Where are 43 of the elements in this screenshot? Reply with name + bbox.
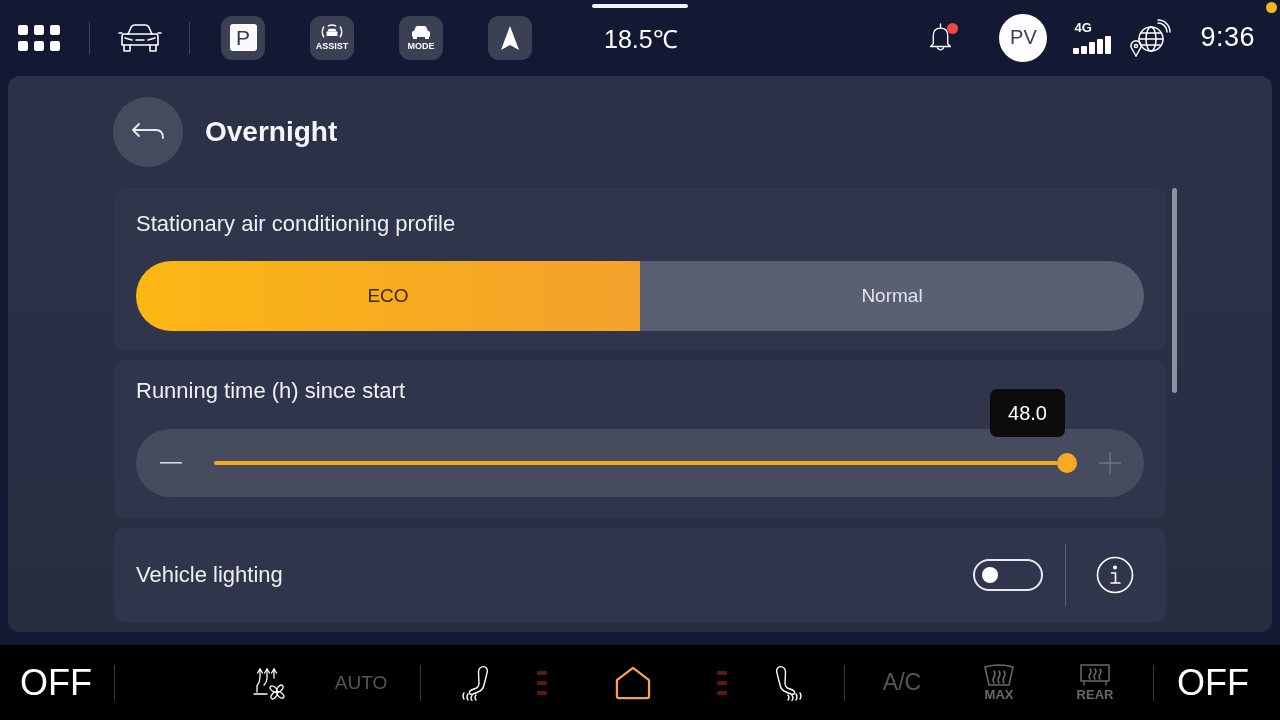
segment-option[interactable]: Normal	[640, 261, 1144, 331]
status-dot-icon	[1266, 2, 1277, 13]
drag-handle[interactable]	[592, 4, 688, 8]
home-icon	[614, 665, 652, 700]
windshield-defrost-icon	[984, 663, 1014, 686]
apps-grid-icon	[18, 24, 60, 51]
rear-window-defrost-icon	[1080, 663, 1110, 686]
back-arrow-icon	[131, 123, 165, 141]
minus-icon	[160, 462, 182, 464]
heated-seat-icon	[774, 664, 804, 701]
slider-track[interactable]	[214, 453, 1077, 473]
clock-time: 9:36	[1200, 22, 1255, 53]
assist-button[interactable]: ASSIST	[310, 15, 354, 60]
apps-button[interactable]	[18, 24, 60, 51]
segment-option[interactable]: ECO	[136, 261, 640, 331]
globe-location-icon	[1129, 18, 1172, 57]
rear-defrost-button[interactable]: REAR	[1071, 663, 1119, 702]
setting-title: Stationary air conditioning profile	[136, 210, 456, 238]
vehicle-button[interactable]	[118, 22, 162, 53]
navigation-arrow-icon	[500, 24, 520, 51]
heated-seat-icon	[460, 664, 490, 701]
signal-bars-icon	[1073, 36, 1112, 54]
setting-title: Running time (h) since start	[136, 377, 405, 405]
profile-avatar[interactable]: PV	[999, 13, 1048, 62]
setting-title: Vehicle lighting	[136, 561, 284, 589]
car-front-icon	[118, 22, 162, 53]
info-button[interactable]	[1096, 556, 1134, 594]
outside-temperature: 18.5℃	[604, 23, 678, 55]
off-button[interactable]: OFF	[16, 661, 96, 704]
toggle-switch[interactable]	[973, 559, 1043, 591]
parking-button[interactable]: P	[221, 15, 265, 60]
navigation-button[interactable]	[488, 15, 532, 60]
max-defrost-button[interactable]: MAX	[975, 663, 1023, 702]
value-tooltip: 48.0	[990, 389, 1065, 437]
info-icon	[1096, 556, 1134, 594]
car-waves-icon	[320, 24, 344, 39]
car-front-icon	[410, 24, 432, 39]
off-button[interactable]: OFF	[1173, 661, 1253, 704]
slider-thumb[interactable]	[1057, 453, 1077, 473]
page-title: Overnight	[205, 116, 338, 148]
network-type: 4G	[1073, 21, 1092, 35]
drive-mode-button[interactable]: MODE	[399, 15, 443, 60]
plus-icon	[1099, 452, 1121, 474]
